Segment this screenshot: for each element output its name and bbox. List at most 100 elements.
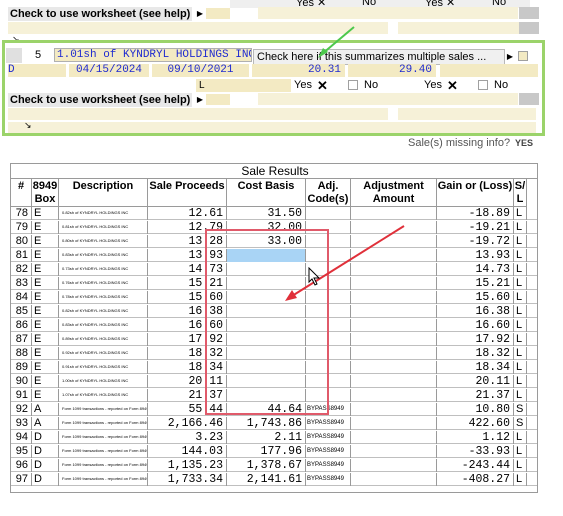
table-row[interactable]: 97 D Form 1099 transactions - reported on …: [11, 473, 537, 486]
adj-code-cell[interactable]: BYPASS8949: [306, 431, 351, 444]
adjustment-amount-cell[interactable]: [351, 473, 437, 486]
row-number-cell: 96: [11, 459, 32, 472]
description-cell: 0.92sh of KYNDRYL HOLDINGS INC: [59, 347, 148, 360]
box-cell: E: [32, 375, 59, 388]
adjustment-amount-cell[interactable]: [351, 375, 437, 388]
cost-basis-cell[interactable]: 177.96: [227, 445, 306, 458]
mouse-cursor-icon: [308, 267, 321, 286]
adjustment-amount-cell[interactable]: [351, 207, 437, 220]
row-number-cell: 87: [11, 333, 32, 346]
box-cell: E: [32, 263, 59, 276]
description-cell: 0.89sh of KYNDRYL HOLDINGS INC: [59, 333, 148, 346]
gain-loss-cell: 20.11: [437, 375, 514, 388]
highlight-green-box: [2, 40, 545, 136]
description-cell: 0.78sh of KYNDRYL HOLDINGS INC: [59, 291, 148, 304]
table-row[interactable]: 78 E 0.82sh of KYNDRYL HOLDINGS INC 12.61 31…: [11, 207, 537, 220]
box-cell: E: [32, 221, 59, 234]
col-header-amt: Adjustment Amount: [351, 179, 437, 207]
green-arrow-icon: [318, 26, 355, 58]
adjustment-amount-cell[interactable]: [351, 459, 437, 472]
term-cell: L: [514, 375, 527, 388]
box-cell: E: [32, 207, 59, 220]
description-cell: 0.82sh of KYNDRYL HOLDINGS INC: [59, 305, 148, 318]
adjustment-amount-cell[interactable]: [351, 347, 437, 360]
table-row[interactable]: 93 A Form 1099 transactions - reported on …: [11, 417, 537, 430]
box-cell: E: [32, 333, 59, 346]
description-cell: 0.83sh of KYNDRYL HOLDINGS INC: [59, 249, 148, 262]
red-arrow-icon: [285, 225, 405, 301]
table-row[interactable]: 95 D Form 1099 transactions - reported on …: [11, 445, 537, 458]
description-cell: 1.07sh of KYNDRYL HOLDINGS INC: [59, 389, 148, 402]
grey-block-1: [519, 7, 539, 19]
adjustment-amount-cell[interactable]: [351, 431, 437, 444]
adj-code-cell[interactable]: BYPASS8949: [306, 445, 351, 458]
row-number-cell: 92: [11, 403, 32, 416]
sale-proceeds-cell: 1,135.23: [148, 459, 227, 472]
term-cell: S: [514, 403, 527, 416]
table-row[interactable]: 96 D Form 1099 transactions - reported on …: [11, 459, 537, 472]
term-cell: L: [514, 263, 527, 276]
row-number-cell: 82: [11, 263, 32, 276]
adjustment-amount-cell[interactable]: [351, 389, 437, 402]
term-cell: L: [514, 459, 527, 472]
adj-code-cell[interactable]: [306, 207, 351, 220]
term-cell: L: [514, 431, 527, 444]
row-number-cell: 91: [11, 389, 32, 402]
gain-loss-cell: 14.73: [437, 263, 514, 276]
term-cell: L: [514, 249, 527, 262]
table-scrollbar[interactable]: ▲ ▼: [537, 207, 538, 493]
box-cell: E: [32, 347, 59, 360]
sale-proceeds-cell: 2,166.46: [148, 417, 227, 430]
col-header-sl: S/ L: [514, 179, 527, 207]
term-cell: L: [514, 347, 527, 360]
box-cell: E: [32, 305, 59, 318]
adjustment-amount-cell[interactable]: [351, 319, 437, 332]
worksheet-checkbox-label[interactable]: Check to use worksheet (see help): [8, 7, 192, 21]
adjustment-amount-cell[interactable]: [351, 333, 437, 346]
cost-basis-cell[interactable]: 2,141.61: [227, 473, 306, 486]
gain-loss-cell: 15.60: [437, 291, 514, 304]
cost-basis-cell[interactable]: 2.11: [227, 431, 306, 444]
adjustment-amount-cell[interactable]: [351, 305, 437, 318]
description-cell: 0.76sh of KYNDRYL HOLDINGS INC: [59, 277, 148, 290]
gain-loss-cell: 18.34: [437, 361, 514, 374]
col-header-box: 8949 Box: [32, 179, 59, 207]
cost-basis-cell[interactable]: 1,378.67: [227, 459, 306, 472]
term-cell: L: [514, 445, 527, 458]
row-number-cell: 89: [11, 361, 32, 374]
gain-loss-cell: 422.60: [437, 417, 514, 430]
adj-code-cell[interactable]: BYPASS8949: [306, 473, 351, 486]
adjustment-amount-cell[interactable]: [351, 445, 437, 458]
adjustment-amount-cell[interactable]: [351, 361, 437, 374]
row-number-cell: 80: [11, 235, 32, 248]
description-cell: Form 1099 transactions - reported on For…: [59, 403, 148, 416]
description-cell: 0.73sh of KYNDRYL HOLDINGS INC: [59, 263, 148, 276]
description-cell: 0.80sh of KYNDRYL HOLDINGS INC: [59, 235, 148, 248]
box-cell: D: [32, 445, 59, 458]
row-number-cell: 95: [11, 445, 32, 458]
term-cell: L: [514, 305, 527, 318]
box-cell: E: [32, 319, 59, 332]
cost-basis-cell[interactable]: 31.50: [227, 207, 306, 220]
table-row[interactable]: 94 D Form 1099 transactions - reported on …: [11, 431, 537, 444]
row-number-cell: 93: [11, 417, 32, 430]
cost-basis-cell[interactable]: 1,743.86: [227, 417, 306, 430]
gain-loss-cell: -243.44: [437, 459, 514, 472]
worksheet-field[interactable]: [206, 8, 230, 19]
description-cell: 0.91sh of KYNDRYL HOLDINGS INC: [59, 361, 148, 374]
adj-code-cell[interactable]: BYPASS8949: [306, 459, 351, 472]
col-header-adj: Adj. Code(s): [306, 179, 351, 207]
box-cell: E: [32, 235, 59, 248]
box-cell: E: [32, 249, 59, 262]
adj-code-cell[interactable]: BYPASS8949: [306, 417, 351, 430]
row-number-cell: 88: [11, 347, 32, 360]
box-cell: D: [32, 473, 59, 486]
row-number-cell: 85: [11, 305, 32, 318]
square-row-2: [398, 22, 536, 34]
col-header-desc: Description: [59, 179, 148, 207]
worksheet-arrow-icon[interactable]: ▶: [195, 8, 205, 19]
adjustment-amount-cell[interactable]: [351, 417, 437, 430]
adjustment-amount-cell[interactable]: [351, 403, 437, 416]
gain-loss-cell: 16.38: [437, 305, 514, 318]
gain-loss-cell: 17.92: [437, 333, 514, 346]
